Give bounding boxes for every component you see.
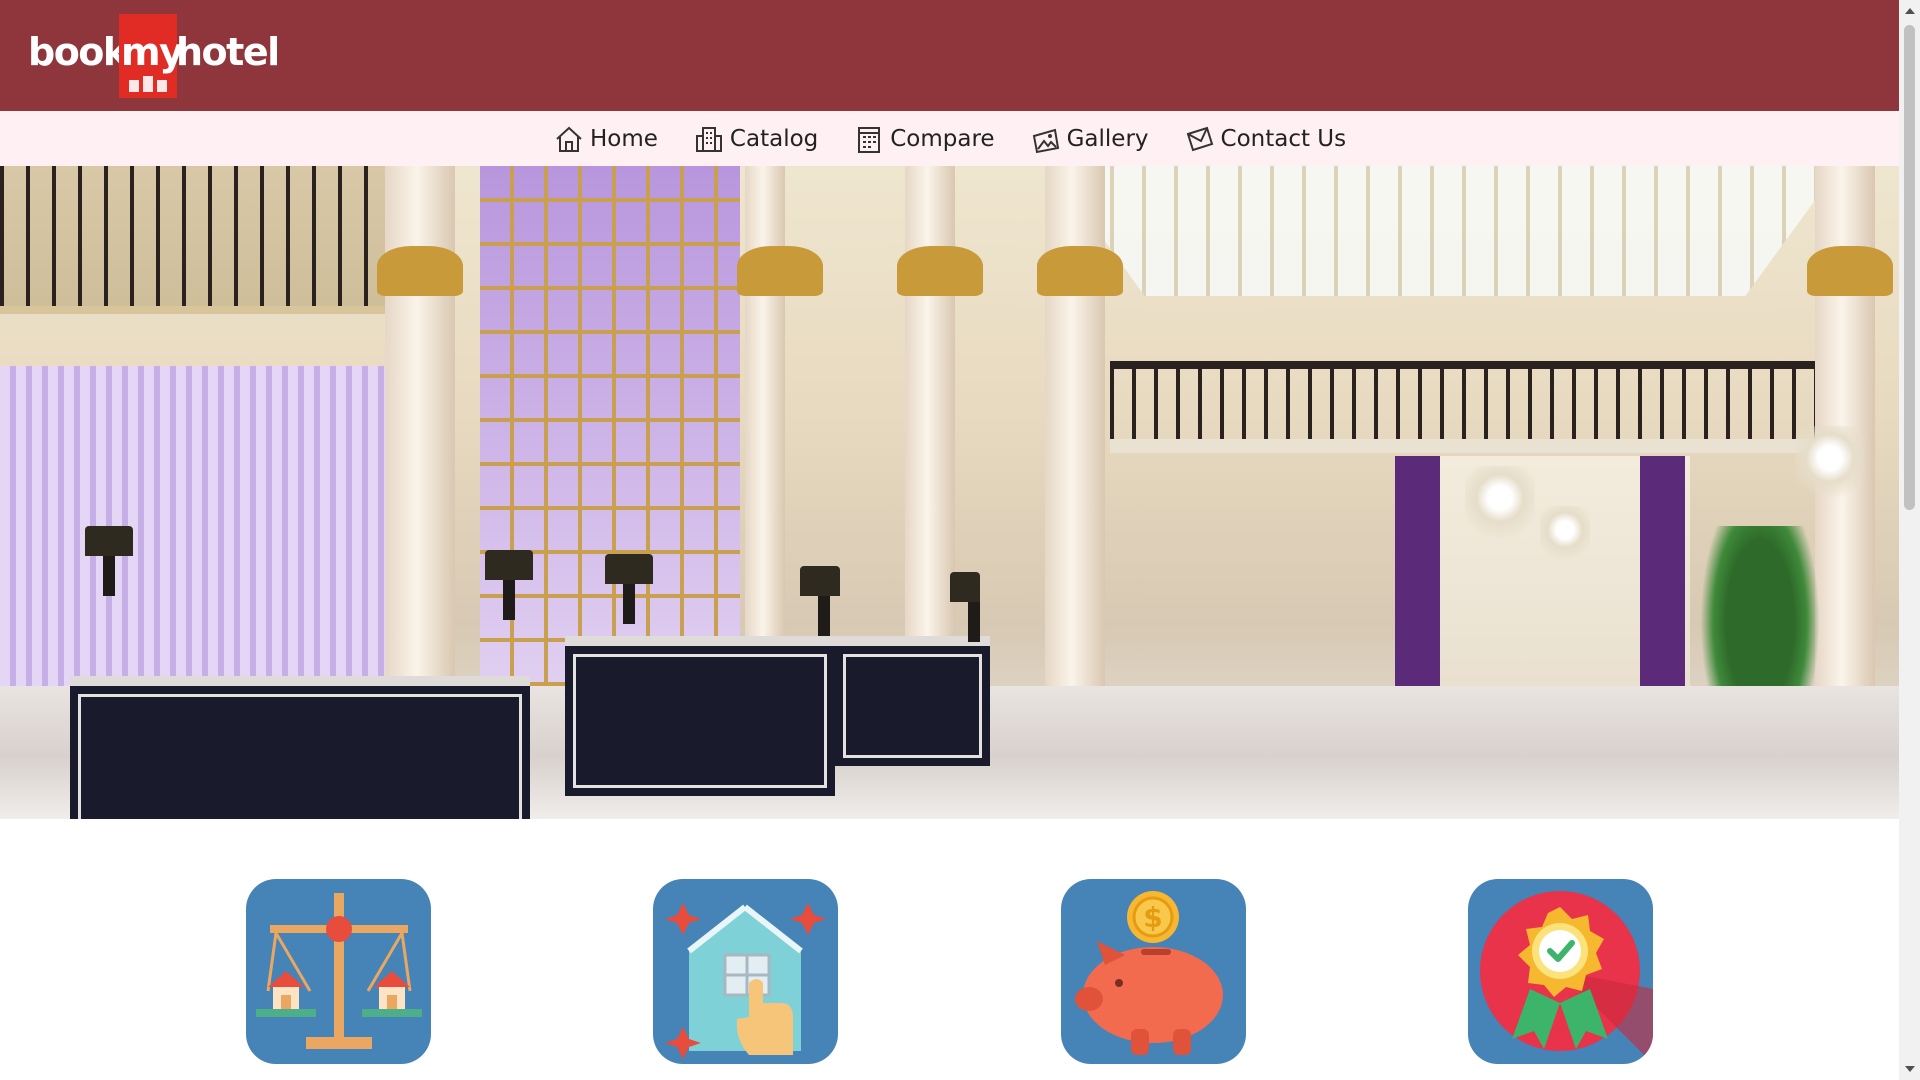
table-lamp — [950, 572, 980, 642]
table-lamp — [800, 566, 840, 636]
logo-door — [143, 76, 153, 92]
column — [377, 166, 463, 726]
features-section: $ — [0, 819, 1899, 1080]
chandelier — [1540, 506, 1590, 566]
nav-label: Catalog — [729, 125, 819, 152]
nav-item-home[interactable]: Home — [554, 124, 658, 154]
feature-savings[interactable]: $ — [1061, 879, 1246, 1064]
skylight — [1050, 166, 1840, 296]
building-icon — [695, 126, 722, 152]
logo-word-hotel: hotel — [176, 30, 280, 74]
hero-lobby-image — [0, 166, 1899, 819]
table-lamp — [605, 554, 653, 624]
logo-window — [129, 80, 139, 92]
scrollbar-thumb[interactable] — [1904, 25, 1915, 510]
chandelier — [1465, 466, 1535, 546]
mail-icon — [1186, 126, 1213, 151]
gallery-icon — [1032, 128, 1059, 153]
balcony-railing — [0, 166, 400, 314]
nav-item-contact[interactable]: Contact Us — [1185, 124, 1347, 154]
piggy-bank-icon: $ — [1075, 891, 1223, 1055]
svg-text:$: $ — [1143, 901, 1162, 934]
award-badge-icon — [1480, 891, 1653, 1064]
home-icon — [556, 126, 582, 152]
nav-item-compare[interactable]: Compare — [854, 124, 995, 154]
vertical-scrollbar[interactable] — [1899, 0, 1920, 1080]
column — [1037, 166, 1123, 726]
scale-compare-icon — [256, 893, 422, 1049]
logo-word-my: my — [121, 30, 184, 74]
reception-desk — [70, 676, 530, 819]
feature-quality[interactable] — [1468, 879, 1653, 1064]
table-lamp — [85, 526, 133, 596]
chandelier — [1795, 426, 1865, 506]
feature-compare[interactable] — [246, 879, 431, 1064]
main-nav: Home Catalog Compare Gallery Contact Us — [0, 111, 1899, 166]
table-lamp — [485, 550, 533, 620]
nav-label: Contact Us — [1220, 125, 1347, 152]
scroll-down-arrow-icon[interactable] — [1905, 1066, 1915, 1072]
reception-desk — [565, 636, 835, 796]
calendar-icon — [858, 126, 881, 153]
logo-window — [157, 80, 167, 92]
house-touch-icon — [665, 903, 826, 1059]
logo-badge: my — [119, 14, 184, 98]
nav-label: Home — [590, 125, 658, 152]
balcony-railing — [1110, 361, 1830, 453]
scroll-up-arrow-icon[interactable] — [1905, 8, 1915, 14]
nav-item-catalog[interactable]: Catalog — [694, 124, 818, 154]
brand-logo[interactable]: book my hotel — [28, 14, 280, 98]
nav-label: Gallery — [1066, 125, 1149, 152]
logo-word-book: book — [28, 30, 128, 74]
feature-booking[interactable] — [653, 879, 838, 1064]
reception-desk — [835, 636, 990, 766]
nav-item-gallery[interactable]: Gallery — [1031, 124, 1149, 154]
site-header: book my hotel — [0, 0, 1899, 111]
nav-label: Compare — [890, 125, 995, 152]
